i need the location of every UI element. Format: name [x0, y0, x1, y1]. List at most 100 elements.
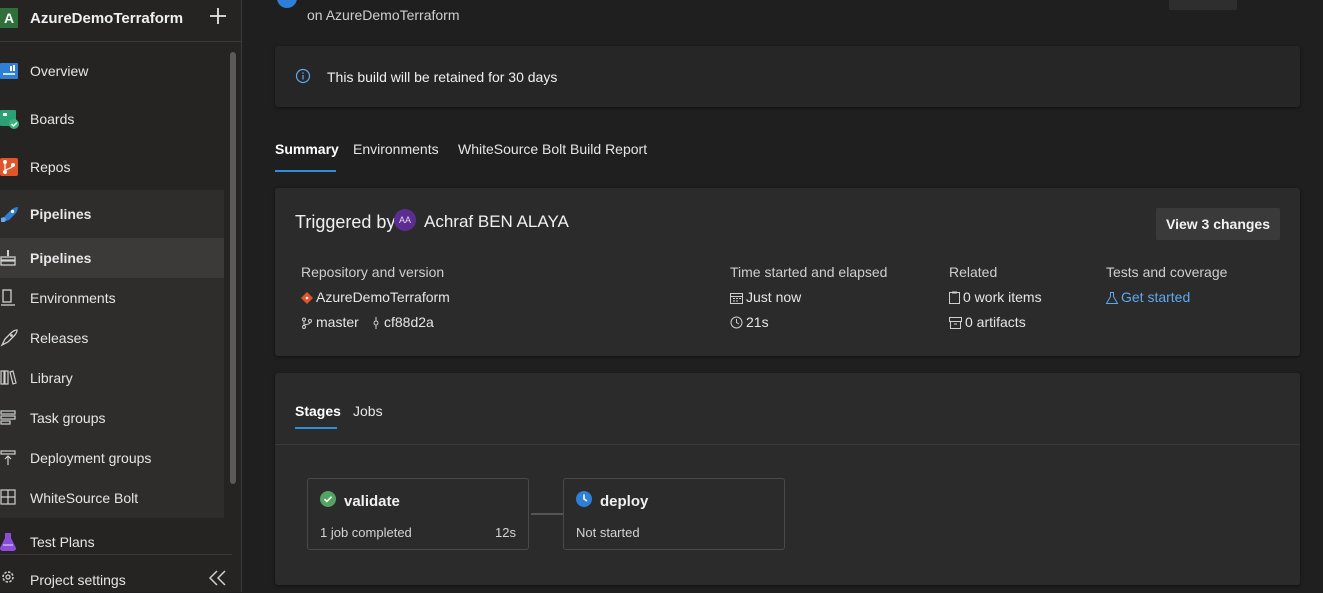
sidebar-item-label: Library [30, 370, 73, 386]
flask-icon [1105, 292, 1119, 304]
time-elapsed: 21s [730, 314, 769, 330]
stages-card: Stages Jobs validate 1 job completed 12s… [275, 373, 1300, 585]
overview-icon [0, 63, 18, 79]
banner-text: This build will be retained for 30 days [327, 69, 558, 85]
whitesource-icon [0, 489, 16, 505]
stage-status: Not started [576, 525, 640, 540]
repository-heading: Repository and version [301, 264, 445, 280]
tab-summary[interactable]: Summary [275, 141, 339, 157]
retention-banner: This build will be retained for 30 days [275, 46, 1300, 107]
sidebar-item-label: Task groups [30, 410, 106, 426]
sidebar-item-label: Environments [30, 290, 116, 306]
tab-stages[interactable]: Stages [295, 403, 341, 419]
repo-link[interactable]: AzureDemoTerraform [301, 289, 450, 305]
releases-icon [0, 329, 18, 347]
sidebar-item-label: Pipelines [30, 250, 92, 266]
boards-icon [0, 110, 19, 129]
stage-duration: 12s [495, 525, 516, 540]
active-tab-indicator [295, 427, 337, 429]
sidebar-item-pipelines[interactable]: Pipelines [0, 238, 224, 278]
sidebar-item-label: Boards [30, 111, 75, 127]
pipelines-icon [1, 207, 18, 222]
sidebar-item-label: Test Plans [30, 534, 95, 550]
sidebar-item-label: Overview [30, 63, 89, 79]
sidebar-item-releases[interactable]: Releases [0, 318, 224, 358]
artifacts-link[interactable]: 0 artifacts [949, 314, 1026, 330]
tab-jobs[interactable]: Jobs [353, 403, 383, 419]
stage-name: deploy [600, 493, 649, 510]
environments-icon [1, 289, 15, 306]
work-items-link[interactable]: 0 work items [949, 289, 1042, 305]
success-icon [320, 491, 336, 507]
repos-icon [0, 158, 18, 176]
triggered-label: Triggered by [295, 212, 396, 232]
branch-icon [302, 317, 312, 329]
time-started: Just now [730, 289, 801, 305]
task-groups-icon [0, 410, 16, 425]
tests-heading: Tests and coverage [1106, 264, 1228, 280]
sidebar-item-library[interactable]: Library [0, 358, 224, 398]
sidebar-item-label: Releases [30, 330, 89, 346]
queued-clock-icon [576, 491, 592, 507]
collapse-sidebar-icon[interactable] [208, 569, 228, 587]
time-started-value: Just now [746, 289, 802, 305]
time-heading: Time started and elapsed [730, 264, 888, 280]
divider [275, 444, 1300, 445]
stage-connector [531, 513, 563, 515]
sidebar-footer: Project settings [0, 554, 232, 593]
project-avatar[interactable]: A [0, 8, 18, 28]
sidebar-item-task-groups[interactable]: Task groups [0, 398, 224, 438]
run-subtitle: on AzureDemoTerraform [307, 7, 460, 23]
repo-name: AzureDemoTerraform [316, 289, 450, 305]
stage-status: 1 job completed [320, 525, 412, 540]
pipelines-sub-icon [0, 250, 16, 266]
commit-link[interactable]: cf88d2a [371, 314, 434, 330]
tab-whitesource-report[interactable]: WhiteSource Bolt Build Report [458, 141, 647, 157]
sidebar-item-label: Deployment groups [30, 450, 152, 466]
info-icon [295, 68, 311, 84]
sidebar-item-label: Pipelines [30, 206, 92, 222]
branch-link[interactable]: master [301, 314, 359, 330]
sidebar-item-pipelines-group[interactable]: Pipelines [0, 190, 224, 238]
project-name[interactable]: AzureDemoTerraform [30, 10, 183, 27]
view-changes-button[interactable]: View 3 changes [1156, 208, 1280, 240]
project-settings-link[interactable]: Project settings [30, 572, 126, 588]
sidebar-item-overview[interactable]: Overview [0, 51, 224, 91]
artifacts-count: 0 artifacts [965, 314, 1026, 330]
active-tab-indicator [275, 170, 336, 172]
deployment-groups-icon [0, 450, 16, 465]
avatar[interactable]: AA [394, 209, 416, 231]
sidebar-item-label: Repos [30, 159, 71, 175]
tab-environments[interactable]: Environments [353, 141, 439, 157]
commit-id: cf88d2a [384, 314, 434, 330]
sidebar-item-deployment-groups[interactable]: Deployment groups [0, 438, 224, 478]
work-items-count: 0 work items [963, 289, 1042, 305]
sidebar-item-whitesource-bolt[interactable]: WhiteSource Bolt [0, 478, 224, 518]
sidebar-item-environments[interactable]: Environments [0, 278, 224, 318]
commit-icon [373, 317, 379, 329]
time-elapsed-value: 21s [746, 314, 769, 330]
triggered-by-name[interactable]: Achraf BEN ALAYA [424, 212, 569, 232]
library-icon [0, 370, 17, 385]
stage-deploy[interactable]: deploy Not started [563, 478, 785, 550]
sidebar-item-boards[interactable]: Boards [0, 99, 224, 139]
get-started-link[interactable]: Get started [1105, 289, 1191, 305]
sidebar-item-repos[interactable]: Repos [0, 147, 224, 187]
stage-validate[interactable]: validate 1 job completed 12s [307, 478, 529, 550]
stage-name: validate [344, 493, 400, 510]
header-action-button[interactable] [1169, 0, 1237, 10]
clipboard-icon [949, 291, 960, 304]
org-header: A AzureDemoTerraform [0, 0, 242, 42]
plus-icon[interactable] [206, 4, 230, 28]
main-content: on AzureDemoTerraform This build will be… [243, 0, 1323, 592]
calendar-icon [730, 293, 743, 304]
get-started-label: Get started [1121, 289, 1191, 305]
artifact-icon [949, 317, 962, 329]
clock-icon [730, 316, 743, 329]
sidebar: A AzureDemoTerraform Overview Boards Rep… [0, 0, 242, 592]
gear-icon[interactable] [0, 569, 16, 585]
summary-card: Triggered by AA Achraf BEN ALAYA View 3 … [275, 188, 1300, 356]
pipeline-status-icon [277, 0, 297, 8]
related-heading: Related [949, 264, 998, 280]
sidebar-scrollbar[interactable] [230, 52, 236, 484]
